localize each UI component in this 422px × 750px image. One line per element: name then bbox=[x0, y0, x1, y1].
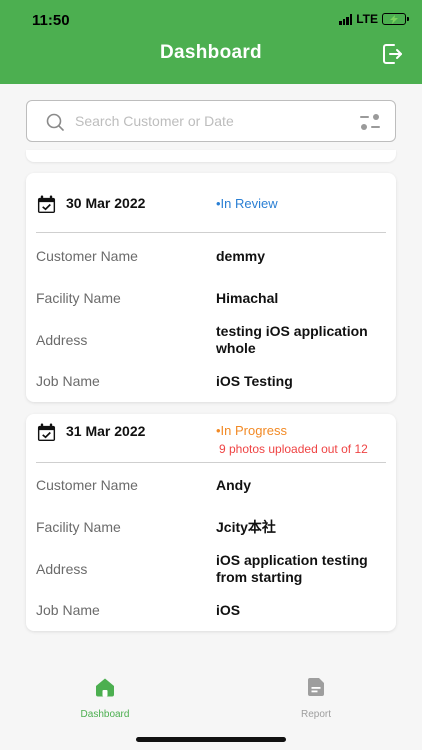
field-value: iOS Testing bbox=[216, 373, 293, 389]
field-value: iOS bbox=[216, 602, 241, 618]
home-icon bbox=[96, 678, 114, 697]
field-label: Address bbox=[36, 332, 88, 348]
tab-dashboard[interactable]: Dashboard bbox=[55, 676, 155, 722]
card-header: 30 Mar 2022 •In Review bbox=[26, 173, 396, 233]
field-label: Job Name bbox=[36, 373, 100, 389]
report-icon bbox=[308, 678, 324, 696]
filter-icon[interactable] bbox=[359, 112, 381, 132]
search-bar[interactable] bbox=[26, 100, 396, 142]
calendar-check-icon bbox=[37, 423, 56, 442]
card-date: 31 Mar 2022 bbox=[66, 423, 146, 439]
tab-label: Report bbox=[300, 709, 331, 720]
battery-icon bbox=[382, 13, 409, 25]
job-card[interactable]: 31 Mar 2022 •In Progress 9 photos upload… bbox=[26, 414, 396, 631]
tab-report[interactable]: Report bbox=[266, 676, 366, 722]
status-badge: •In Review bbox=[216, 196, 278, 211]
field-label: Facility Name bbox=[36, 290, 121, 306]
search-icon bbox=[46, 113, 64, 131]
search-input[interactable] bbox=[75, 101, 345, 141]
card-date: 30 Mar 2022 bbox=[66, 195, 146, 211]
upload-progress-text: 9 photos uploaded out of 12 bbox=[219, 442, 368, 456]
signal-icon bbox=[339, 13, 353, 25]
app-header: 11:50 LTE Dashboard bbox=[0, 0, 422, 84]
field-value: Andy bbox=[216, 477, 251, 493]
tab-bar: Dashboard Report bbox=[0, 670, 422, 750]
status-badge: •In Progress bbox=[216, 423, 288, 438]
card-divider bbox=[36, 232, 386, 233]
field-label: Customer Name bbox=[36, 248, 138, 264]
job-card-partial[interactable] bbox=[26, 150, 396, 162]
field-value: Himachal bbox=[216, 290, 279, 306]
calendar-check-icon bbox=[37, 195, 56, 214]
field-label: Facility Name bbox=[36, 519, 121, 535]
field-value: Jcity本社 bbox=[216, 519, 276, 535]
field-value: testing iOS application whole bbox=[216, 323, 368, 356]
job-card[interactable]: 30 Mar 2022 •In Review Customer Name dem… bbox=[26, 173, 396, 402]
field-value: iOS application testing from starting bbox=[216, 552, 368, 585]
card-divider bbox=[36, 462, 386, 463]
card-header: 31 Mar 2022 •In Progress 9 photos upload… bbox=[26, 414, 396, 474]
status-time: 11:50 bbox=[32, 12, 70, 29]
field-label: Job Name bbox=[36, 602, 100, 618]
field-value: demmy bbox=[216, 248, 266, 264]
network-type: LTE bbox=[356, 12, 378, 26]
page-title: Dashboard bbox=[160, 42, 262, 63]
status-indicators: LTE bbox=[339, 12, 409, 26]
home-indicator bbox=[136, 737, 286, 742]
tab-label: Dashboard bbox=[80, 709, 130, 720]
field-label: Address bbox=[36, 561, 88, 577]
logout-icon[interactable] bbox=[380, 42, 404, 66]
field-label: Customer Name bbox=[36, 477, 138, 493]
